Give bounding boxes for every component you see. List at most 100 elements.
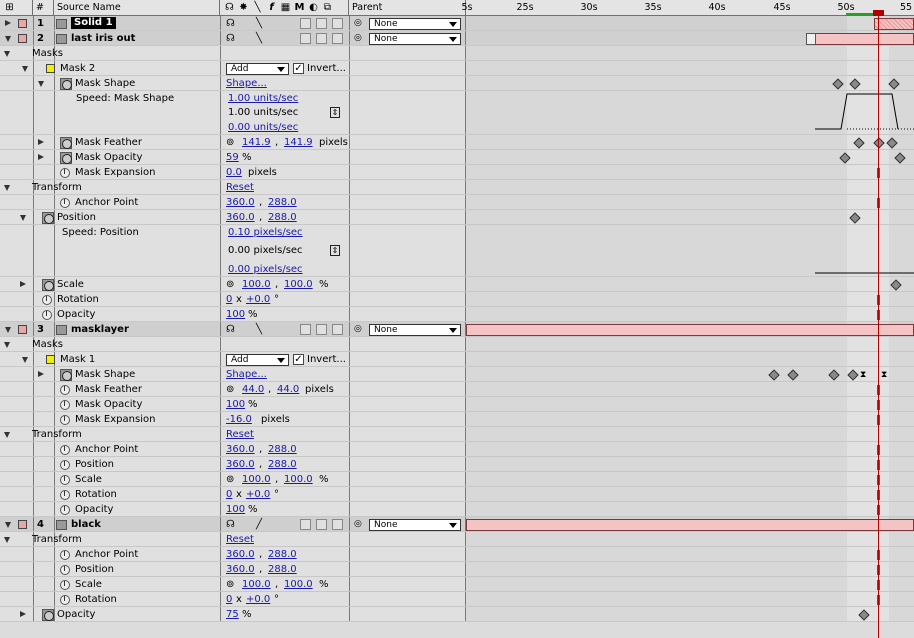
shy-switch-icon[interactable]: ☊ xyxy=(226,16,235,31)
group-label[interactable]: Masks xyxy=(32,337,63,352)
property-row[interactable]: Mask Expansion -16.0 pixels xyxy=(0,412,914,427)
layer-duration-bar[interactable] xyxy=(466,519,914,531)
property-value[interactable]: Reset xyxy=(226,427,254,442)
quality-switch-icon[interactable]: ╲ xyxy=(256,322,262,337)
layer-name[interactable]: Solid 1 xyxy=(71,17,116,29)
property-value[interactable]: +0.0 xyxy=(246,292,270,307)
parent-dropdown[interactable]: None xyxy=(369,324,461,336)
adjustment-icon[interactable]: ◐ xyxy=(308,2,319,13)
property-value[interactable]: +0.0 xyxy=(246,592,270,607)
quality-switch-icon[interactable]: ╱ xyxy=(256,517,262,532)
current-time-indicator[interactable] xyxy=(878,10,879,638)
expand-triangle[interactable] xyxy=(4,432,10,438)
interpolation-keyframe[interactable]: ⧗ xyxy=(860,371,866,380)
timeline-track[interactable] xyxy=(466,517,914,531)
timeline-track[interactable] xyxy=(466,180,914,194)
property-value[interactable]: 100.0 xyxy=(284,277,313,292)
shy-switch-icon[interactable]: ☊ xyxy=(226,322,235,337)
timeline-track[interactable] xyxy=(466,487,914,501)
stopwatch-icon[interactable] xyxy=(42,212,54,224)
label-column-header[interactable]: ⊞ xyxy=(0,0,33,16)
property-row[interactable]: Transform Reset xyxy=(0,427,914,442)
timeline-track[interactable] xyxy=(466,427,914,441)
layer-row[interactable]: 4 black ☊ ╱ ◎ None xyxy=(0,517,914,532)
timeline-track[interactable] xyxy=(466,61,914,75)
timeline-track[interactable] xyxy=(466,31,914,45)
layer-duration-bar[interactable] xyxy=(815,33,914,45)
timeline-track[interactable] xyxy=(466,442,914,456)
property-value[interactable]: 288.0 xyxy=(268,547,297,562)
switch-checkbox[interactable] xyxy=(332,324,343,335)
timeline-track[interactable] xyxy=(466,225,914,276)
timeline-track[interactable] xyxy=(466,352,914,366)
keyframe[interactable] xyxy=(832,78,844,90)
layer-duration-bar[interactable] xyxy=(466,324,914,336)
property-value[interactable]: 0 xyxy=(226,292,232,307)
property-value[interactable]: 288.0 xyxy=(268,210,297,225)
property-value[interactable]: +0.0 xyxy=(246,487,270,502)
pickwhip-icon[interactable]: ◎ xyxy=(354,517,362,532)
stopwatch-icon[interactable] xyxy=(60,400,70,410)
expand-triangle[interactable] xyxy=(38,139,44,145)
expand-triangle[interactable] xyxy=(4,537,10,543)
mask-name[interactable]: Mask 2 xyxy=(60,61,95,76)
switch-checkbox[interactable] xyxy=(300,33,311,44)
timeline-track[interactable] xyxy=(466,91,914,134)
property-row[interactable]: Rotation 0 x +0.0 ° xyxy=(0,292,914,307)
property-row[interactable]: Masks xyxy=(0,46,914,61)
property-row[interactable]: Transform Reset xyxy=(0,180,914,195)
switch-checkbox[interactable] xyxy=(316,18,327,29)
mask-name[interactable]: Mask 1 xyxy=(60,352,95,367)
property-value[interactable]: 100 xyxy=(226,397,245,412)
property-value[interactable]: 100 xyxy=(226,307,245,322)
timeline-track[interactable] xyxy=(466,577,914,591)
layer-row[interactable]: 2 last iris out ☊ ╲ ◎ None xyxy=(0,31,914,46)
property-value[interactable]: 100.0 xyxy=(284,577,313,592)
parent-column-header[interactable]: Parent xyxy=(349,0,466,16)
mask-mode-dropdown[interactable]: Add xyxy=(226,63,289,75)
expand-triangle[interactable] xyxy=(5,522,11,528)
timeline-track[interactable] xyxy=(466,165,914,179)
property-value[interactable]: 141.9 xyxy=(284,135,313,150)
graph-scale-icon[interactable]: ⇕ xyxy=(330,245,340,256)
property-value[interactable]: Shape... xyxy=(226,76,267,91)
property-row[interactable]: Opacity 100% xyxy=(0,307,914,322)
stopwatch-icon[interactable] xyxy=(60,415,70,425)
timeline-track[interactable] xyxy=(466,472,914,486)
speed-min-value[interactable]: 0.00 units/sec xyxy=(228,120,298,135)
property-value[interactable]: 288.0 xyxy=(268,457,297,472)
property-value[interactable]: 100 xyxy=(226,502,245,517)
property-row[interactable]: Masks xyxy=(0,337,914,352)
parent-dropdown[interactable]: None xyxy=(369,33,461,45)
expand-triangle[interactable] xyxy=(38,154,44,160)
property-row[interactable]: Scale ⊚ 100.0, 100.0% xyxy=(0,472,914,487)
property-value[interactable]: 59 xyxy=(226,150,239,165)
speed-max-value[interactable]: 1.00 units/sec xyxy=(228,91,298,106)
property-row[interactable]: Mask Shape Shape... xyxy=(0,76,914,91)
quality-icon[interactable]: ╲ xyxy=(252,2,263,13)
timeline-track[interactable] xyxy=(466,322,914,336)
stopwatch-icon[interactable] xyxy=(60,369,72,381)
expand-triangle[interactable] xyxy=(4,185,10,191)
switch-checkbox[interactable] xyxy=(332,18,343,29)
stopwatch-icon[interactable] xyxy=(60,198,70,208)
expand-triangle[interactable] xyxy=(20,281,26,287)
switch-checkbox[interactable] xyxy=(300,18,311,29)
stopwatch-icon[interactable] xyxy=(60,385,70,395)
layer-name[interactable]: last iris out xyxy=(71,31,135,46)
constrain-proportions-icon[interactable]: ⊚ xyxy=(226,135,234,150)
layer-duration-bar[interactable] xyxy=(874,18,914,30)
switch-checkbox[interactable] xyxy=(332,519,343,530)
property-row[interactable]: Position 360.0, 288.0 xyxy=(0,562,914,577)
label-color-swatch[interactable] xyxy=(18,34,27,43)
label-color-swatch[interactable] xyxy=(18,19,27,28)
expand-triangle[interactable] xyxy=(20,215,26,221)
stopwatch-icon[interactable] xyxy=(60,550,70,560)
property-row[interactable]: Anchor Point 360.0, 288.0 xyxy=(0,195,914,210)
property-row[interactable]: Anchor Point 360.0, 288.0 xyxy=(0,547,914,562)
label-color-swatch[interactable] xyxy=(18,325,27,334)
expand-triangle[interactable] xyxy=(5,20,11,26)
property-row[interactable]: Mask Opacity 59% xyxy=(0,150,914,165)
property-value[interactable]: 360.0 xyxy=(226,457,255,472)
parent-dropdown[interactable]: None xyxy=(369,519,461,531)
